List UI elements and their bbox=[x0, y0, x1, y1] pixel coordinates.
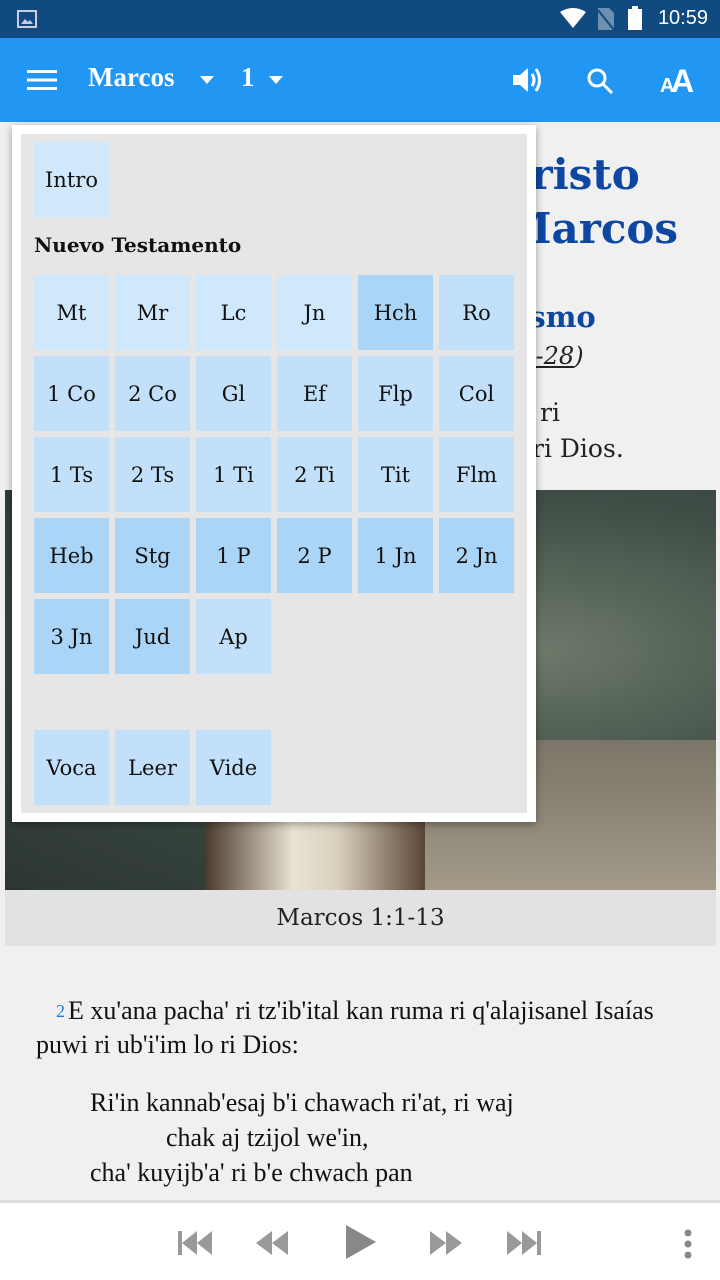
book-button[interactable]: Col bbox=[439, 356, 514, 431]
more-vert-icon[interactable] bbox=[683, 1229, 693, 1259]
extra-button[interactable]: Vide bbox=[196, 730, 271, 805]
no-sim-icon bbox=[598, 8, 614, 30]
book-button[interactable]: 1 P bbox=[196, 518, 271, 593]
extra-button[interactable]: Voca bbox=[34, 730, 109, 805]
book-button[interactable]: Lc bbox=[196, 275, 271, 350]
section-title: Nuevo Testamento bbox=[34, 233, 242, 257]
book-button[interactable]: Mt bbox=[34, 275, 109, 350]
clock: 10:59 bbox=[657, 7, 708, 29]
book-button[interactable]: Jud bbox=[115, 599, 190, 674]
book-button[interactable]: 1 Ti bbox=[196, 437, 271, 512]
verse-2: 2E xu'ana pacha' ri tz'ib'ital kan ruma … bbox=[36, 994, 696, 1062]
chevron-down-icon bbox=[200, 76, 214, 84]
book-picker-panel: Intro Nuevo Testamento Mt Mr Lc Jn Hch Ro 1 Co… bbox=[21, 134, 527, 813]
book-button[interactable]: 2 Ti bbox=[277, 437, 352, 512]
book-button[interactable]: Ro bbox=[439, 275, 514, 350]
font-size-icon[interactable]: AA bbox=[660, 64, 696, 94]
paragraph-line: ri Dios. bbox=[532, 434, 624, 463]
verse-number[interactable]: 2 bbox=[56, 1001, 65, 1021]
book-button[interactable]: 2 P bbox=[277, 518, 352, 593]
book-button[interactable]: 2 Jn bbox=[439, 518, 514, 593]
book-selector[interactable]: Marcos bbox=[88, 38, 218, 122]
search-icon[interactable] bbox=[586, 67, 614, 95]
image-caption: Marcos 1:1-13 bbox=[5, 890, 716, 946]
battery-icon bbox=[628, 6, 642, 30]
book-button[interactable]: Jn bbox=[277, 275, 352, 350]
poem-line: Ri'in kannab'esaj b'i chawach ri'at, ri … bbox=[90, 1088, 514, 1117]
book-button[interactable]: 1 Co bbox=[34, 356, 109, 431]
book-button[interactable]: 1 Jn bbox=[358, 518, 433, 593]
chapter-selector[interactable]: 1 bbox=[241, 38, 291, 122]
intro-button[interactable]: Intro bbox=[34, 142, 109, 217]
book-button[interactable]: Mr bbox=[115, 275, 190, 350]
fast-forward-icon[interactable] bbox=[430, 1231, 466, 1257]
extra-button[interactable]: Leer bbox=[115, 730, 190, 805]
image-icon bbox=[17, 10, 37, 28]
svg-text:A: A bbox=[671, 64, 694, 94]
chevron-down-icon bbox=[269, 76, 283, 84]
verse-text: E xu'ana pacha' ri tz'ib'ital kan ruma r… bbox=[36, 996, 654, 1059]
poem-line: cha' kuyijb'a' ri b'e chwach pan bbox=[90, 1158, 413, 1187]
poem-line: chak aj tzijol we'in, bbox=[166, 1123, 369, 1152]
play-icon[interactable] bbox=[346, 1225, 378, 1261]
book-picker-popup: Intro Nuevo Testamento Mt Mr Lc Jn Hch Ro 1 Co… bbox=[12, 125, 536, 822]
book-button[interactable]: 2 Ts bbox=[115, 437, 190, 512]
wifi-icon bbox=[560, 8, 586, 28]
paragraph-line: ri bbox=[540, 398, 560, 427]
skip-previous-icon[interactable] bbox=[178, 1231, 214, 1257]
book-button[interactable]: 2 Co bbox=[115, 356, 190, 431]
speaker-icon[interactable] bbox=[513, 66, 545, 94]
book-button[interactable]: Stg bbox=[115, 518, 190, 593]
book-button[interactable]: Ef bbox=[277, 356, 352, 431]
skip-next-icon[interactable] bbox=[507, 1231, 543, 1257]
book-button[interactable]: Ap bbox=[196, 599, 271, 674]
book-button[interactable]: Flp bbox=[358, 356, 433, 431]
book-button[interactable]: Heb bbox=[34, 518, 109, 593]
menu-icon[interactable] bbox=[27, 70, 57, 90]
book-button[interactable]: 3 Jn bbox=[34, 599, 109, 674]
book-button[interactable]: Hch bbox=[358, 275, 433, 350]
status-bar: 10:59 bbox=[0, 0, 720, 38]
chapter-number: 1 bbox=[241, 62, 255, 92]
audio-player-bar bbox=[0, 1200, 720, 1280]
book-button[interactable]: 1 Ts bbox=[34, 437, 109, 512]
book-button[interactable]: Tit bbox=[358, 437, 433, 512]
book-button[interactable]: Flm bbox=[439, 437, 514, 512]
app-bar: Marcos 1 AA bbox=[0, 38, 720, 122]
rewind-icon[interactable] bbox=[256, 1231, 292, 1257]
book-button[interactable]: Gl bbox=[196, 356, 271, 431]
reference-paren: ) bbox=[574, 342, 584, 370]
book-name: Marcos bbox=[88, 62, 175, 92]
